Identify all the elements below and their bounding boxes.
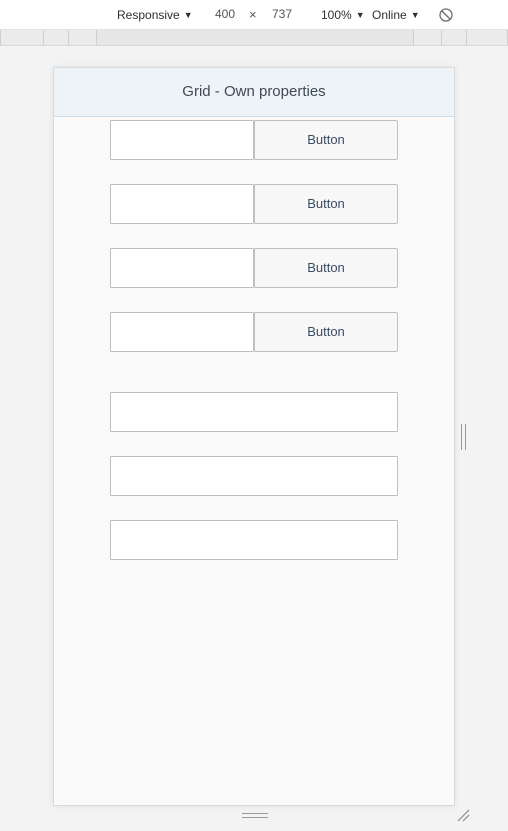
button[interactable]: Button <box>254 312 398 352</box>
text-input[interactable] <box>110 456 398 496</box>
resize-handle-bottom[interactable] <box>242 813 268 818</box>
input-button-row: Button <box>110 248 398 288</box>
dimension-separator: × <box>249 7 257 22</box>
grip-line <box>242 817 268 818</box>
text-input[interactable] <box>110 312 254 352</box>
wide-input-row <box>110 456 398 496</box>
text-input[interactable] <box>110 392 398 432</box>
height-input[interactable]: 737 <box>263 5 301 24</box>
ruler-segment[interactable] <box>43 30 69 45</box>
resize-corner-icon[interactable] <box>456 808 470 822</box>
zoom-select[interactable]: 100% ▼ <box>321 7 365 23</box>
rotate-icon[interactable] <box>438 7 454 23</box>
grip-line <box>465 424 466 450</box>
input-button-row: Button <box>110 312 398 352</box>
width-input[interactable]: 400 <box>206 5 244 24</box>
button[interactable]: Button <box>254 120 398 160</box>
grip-line <box>242 813 268 814</box>
text-input[interactable] <box>110 248 254 288</box>
resize-handle-right[interactable] <box>461 424 467 450</box>
device-select[interactable]: Responsive ▼ <box>117 7 193 23</box>
page-title: Grid - Own properties <box>54 68 454 117</box>
ruler-segment[interactable] <box>68 30 97 45</box>
emulated-device-viewport: Grid - Own properties Button Button Butt… <box>53 67 455 806</box>
zoom-select-label: 100% <box>321 8 352 22</box>
throttle-select[interactable]: Online ▼ <box>372 7 420 23</box>
ruler-segment[interactable] <box>0 30 44 45</box>
throttle-select-label: Online <box>372 8 407 22</box>
input-button-row: Button <box>110 184 398 224</box>
input-button-row: Button <box>110 120 398 160</box>
chevron-down-icon: ▼ <box>183 10 193 20</box>
wide-input-row <box>110 392 398 432</box>
text-input[interactable] <box>110 520 398 560</box>
ruler-segment[interactable] <box>466 30 508 45</box>
wide-input-row <box>110 520 398 560</box>
ruler-segment[interactable] <box>413 30 442 45</box>
device-select-label: Responsive <box>117 8 180 22</box>
device-toolbar: Responsive ▼ 400 × 737 100% ▼ Online ▼ <box>0 0 508 30</box>
grip-line <box>461 424 462 450</box>
button[interactable]: Button <box>254 184 398 224</box>
chevron-down-icon: ▼ <box>410 10 420 20</box>
media-query-ruler <box>0 30 508 46</box>
ruler-segment[interactable] <box>441 30 467 45</box>
text-input[interactable] <box>110 184 254 224</box>
text-input[interactable] <box>110 120 254 160</box>
button[interactable]: Button <box>254 248 398 288</box>
chevron-down-icon: ▼ <box>355 10 365 20</box>
